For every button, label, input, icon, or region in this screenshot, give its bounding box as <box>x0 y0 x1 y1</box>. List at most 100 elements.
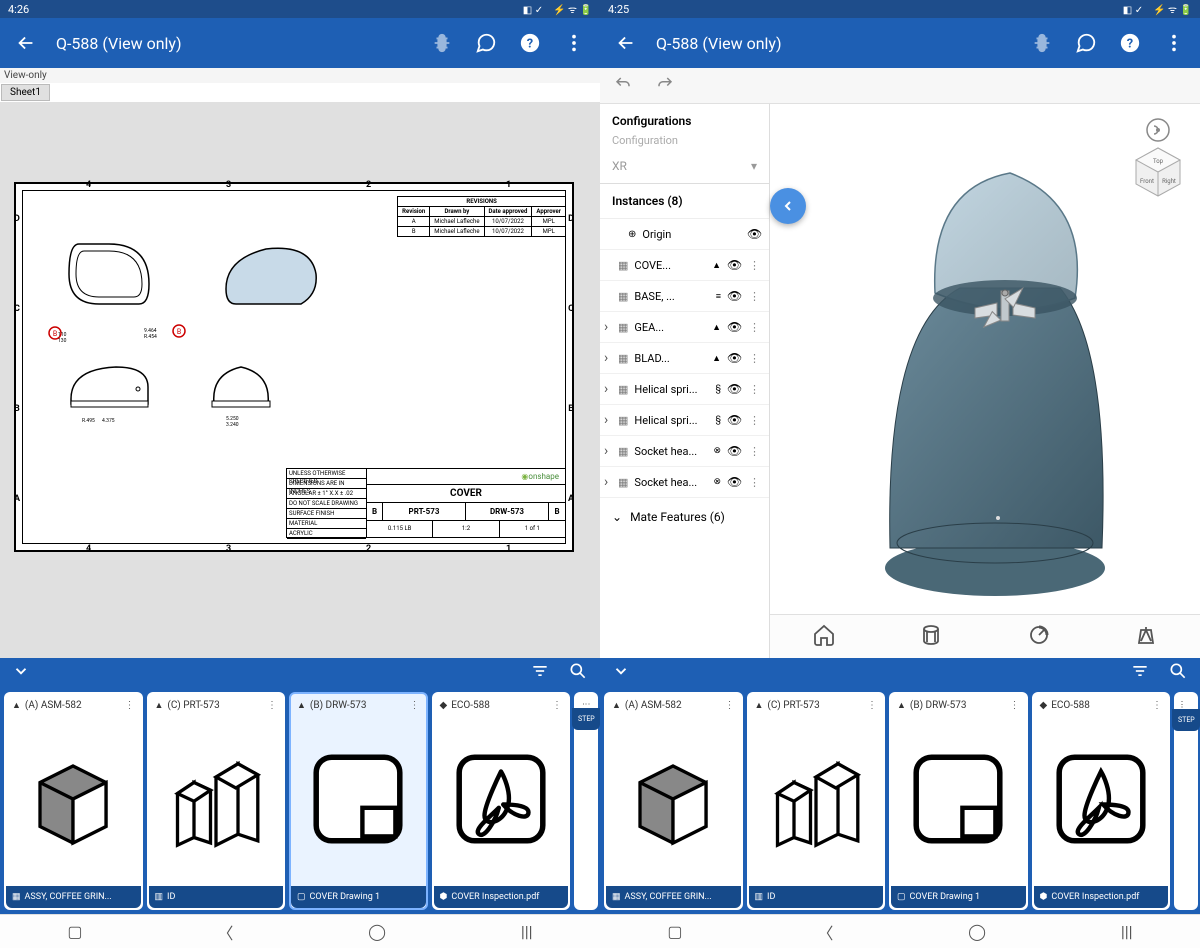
drawing-canvas[interactable]: 4 3 2 1 4 3 2 1 D C B A D C B A REVISION… <box>0 102 600 658</box>
measure-icon[interactable] <box>1027 623 1051 651</box>
instance-row[interactable]: ›▦Helical spri...§⋮ <box>600 374 769 405</box>
comment-icon[interactable] <box>1072 29 1100 57</box>
app-bar-right: Q-588 (View only) ? <box>600 18 1200 68</box>
row-menu[interactable]: ⋮ <box>749 414 763 427</box>
visibility-toggle[interactable] <box>727 475 743 489</box>
instance-row[interactable]: ›▦Socket hea...⊗⋮ <box>600 467 769 498</box>
row-menu[interactable]: ⋮ <box>749 445 763 458</box>
android-nav-right: ▢ 〈 ◯ ||| <box>600 914 1200 948</box>
home-view-icon[interactable] <box>812 623 836 651</box>
instance-row[interactable]: ›▦GEA...▲⋮ <box>600 312 769 343</box>
title-block: UNLESS OTHERWISE SPECIFIED DIMENSIONS AR… <box>286 468 566 538</box>
visibility-toggle[interactable] <box>727 444 743 458</box>
instance-row[interactable]: ›▦Helical spri...§⋮ <box>600 405 769 436</box>
back-button[interactable] <box>612 29 640 57</box>
svg-text:?: ? <box>527 37 533 52</box>
search-icon[interactable] <box>1168 661 1188 685</box>
tab-thumbnails-right: (A) ASM-582⋮ ▦ ASSY, COFFEE GRIN... (C) … <box>600 688 1200 914</box>
thumb-prt[interactable]: (C) PRT-573⋮ ▥ ID <box>147 692 286 910</box>
3d-model-render[interactable] <box>840 148 1160 608</box>
visibility-toggle[interactable] <box>727 413 743 427</box>
bug-icon[interactable] <box>428 29 456 57</box>
section-view-icon[interactable] <box>919 623 943 651</box>
top-view-sketch <box>64 239 154 309</box>
svg-text:?: ? <box>1127 37 1133 52</box>
instance-row[interactable]: ›▦BLAD...▲⋮ <box>600 343 769 374</box>
tabs-collapse-chevron[interactable] <box>12 662 30 684</box>
nav-back-icon[interactable]: 〈 <box>817 920 833 944</box>
thumb-drw[interactable]: (B) DRW-573⋮ ▢ COVER Drawing 1 <box>289 692 428 910</box>
svg-text:B: B <box>53 330 57 338</box>
tab-thumbnails-left: (A) ASM-582⋮ ▦ ASSY, COFFEE GRIN... (C) … <box>0 688 600 914</box>
nav-back-icon[interactable]: 〈 <box>217 920 233 944</box>
view-only-label: View-only <box>0 68 600 83</box>
thumb-pdf[interactable]: ◆ECO-588⋮ ⬢ COVER Inspection.pdf <box>1032 692 1171 910</box>
nav-recent-icon[interactable]: ▢ <box>67 922 82 941</box>
instance-row[interactable]: ▦BASE, ...≡⋮ <box>600 281 769 312</box>
overflow-menu[interactable] <box>1160 29 1188 57</box>
nav-overview-icon[interactable]: ||| <box>1121 922 1133 941</box>
row-menu[interactable]: ⋮ <box>749 352 763 365</box>
doc-title: Q-588 (View only) <box>656 34 1012 53</box>
status-bar-right: 4:25 ◧ ✓ ⚡ ᯤ 🔋 <box>600 0 1200 18</box>
help-icon[interactable]: ? <box>516 29 544 57</box>
panel-collapse-button[interactable] <box>770 188 806 224</box>
redo-icon[interactable] <box>654 75 676 97</box>
visibility-toggle[interactable] <box>727 258 743 272</box>
iso-view-sketch <box>216 239 326 319</box>
row-menu[interactable]: ⋮ <box>749 321 763 334</box>
search-icon[interactable] <box>568 661 588 685</box>
thumb-partial[interactable]: ⋮ STEP <box>1174 692 1198 910</box>
filter-icon[interactable] <box>1130 661 1150 685</box>
instance-row[interactable]: ›▦Socket hea...⊗⋮ <box>600 436 769 467</box>
comment-icon[interactable] <box>472 29 500 57</box>
visibility-toggle[interactable] <box>727 351 743 365</box>
revisions-table: REVISIONS Revision Drawn by Date approve… <box>397 196 566 237</box>
tabs-toolbar-left <box>0 658 600 688</box>
svg-text:B: B <box>177 328 181 336</box>
undo-redo-bar <box>600 68 1200 104</box>
thumb-pdf[interactable]: ◆ECO-588⋮ ⬢ COVER Inspection.pdf <box>432 692 571 910</box>
thumb-partial[interactable]: ⋮ STEP <box>574 692 598 910</box>
view-tools-row <box>770 614 1200 658</box>
row-menu[interactable]: ⋮ <box>749 290 763 303</box>
bug-icon[interactable] <box>1028 29 1056 57</box>
sheet-tab[interactable]: Sheet1 <box>1 84 50 101</box>
tabs-collapse-chevron[interactable] <box>612 662 630 684</box>
thumb-drw[interactable]: (B) DRW-573⋮ ▢ COVER Drawing 1 <box>889 692 1028 910</box>
thumb-prt[interactable]: (C) PRT-573⋮ ▥ ID <box>747 692 886 910</box>
visibility-toggle[interactable] <box>727 382 743 396</box>
filter-icon[interactable] <box>530 661 550 685</box>
row-menu[interactable]: ⋮ <box>749 259 763 272</box>
back-button[interactable] <box>12 29 40 57</box>
visibility-toggle[interactable] <box>747 227 763 241</box>
right-pane: 4:25 ◧ ✓ ⚡ ᯤ 🔋 Q-588 (View only) ? <box>600 0 1200 948</box>
status-bar-left: 4:26 ◧ ✓ ⚡ ᯤ 🔋 <box>0 0 600 18</box>
drawing-sheet: 4 3 2 1 4 3 2 1 D C B A D C B A REVISION… <box>14 182 574 552</box>
row-menu[interactable]: ⋮ <box>749 383 763 396</box>
nav-home-icon[interactable]: ◯ <box>368 922 386 941</box>
left-pane: 4:26 ◧ ✓ ⚡ ᯤ 🔋 Q-588 (View only) ? View-… <box>0 0 600 948</box>
mate-features-row[interactable]: ⌄Mate Features (6) <box>600 498 769 536</box>
mass-props-icon[interactable] <box>1134 623 1158 651</box>
svg-text:Right: Right <box>1162 178 1176 185</box>
nav-home-icon[interactable]: ◯ <box>968 922 986 941</box>
thumb-asm[interactable]: (A) ASM-582⋮ ▦ ASSY, COFFEE GRIN... <box>4 692 143 910</box>
help-icon[interactable]: ? <box>1116 29 1144 57</box>
front-view-sketch <box>206 359 276 414</box>
thumb-asm[interactable]: (A) ASM-582⋮ ▦ ASSY, COFFEE GRIN... <box>604 692 743 910</box>
visibility-toggle[interactable] <box>727 320 743 334</box>
visibility-toggle[interactable] <box>727 289 743 303</box>
instance-row[interactable]: ▦COVE...▲⋮ <box>600 250 769 281</box>
doc-title: Q-588 (View only) <box>56 34 412 53</box>
instances-panel: Configurations Configuration XR▾ Instanc… <box>600 104 770 658</box>
nav-overview-icon[interactable]: ||| <box>521 922 533 941</box>
config-dropdown[interactable]: XR▾ <box>600 155 769 184</box>
undo-icon[interactable] <box>612 75 634 97</box>
3d-view-area: Configurations Configuration XR▾ Instanc… <box>600 68 1200 658</box>
config-label: Configuration <box>600 134 769 155</box>
overflow-menu[interactable] <box>560 29 588 57</box>
row-menu[interactable]: ⋮ <box>749 476 763 489</box>
nav-recent-icon[interactable]: ▢ <box>667 922 682 941</box>
origin-row[interactable]: ⊕Origin <box>600 219 769 250</box>
